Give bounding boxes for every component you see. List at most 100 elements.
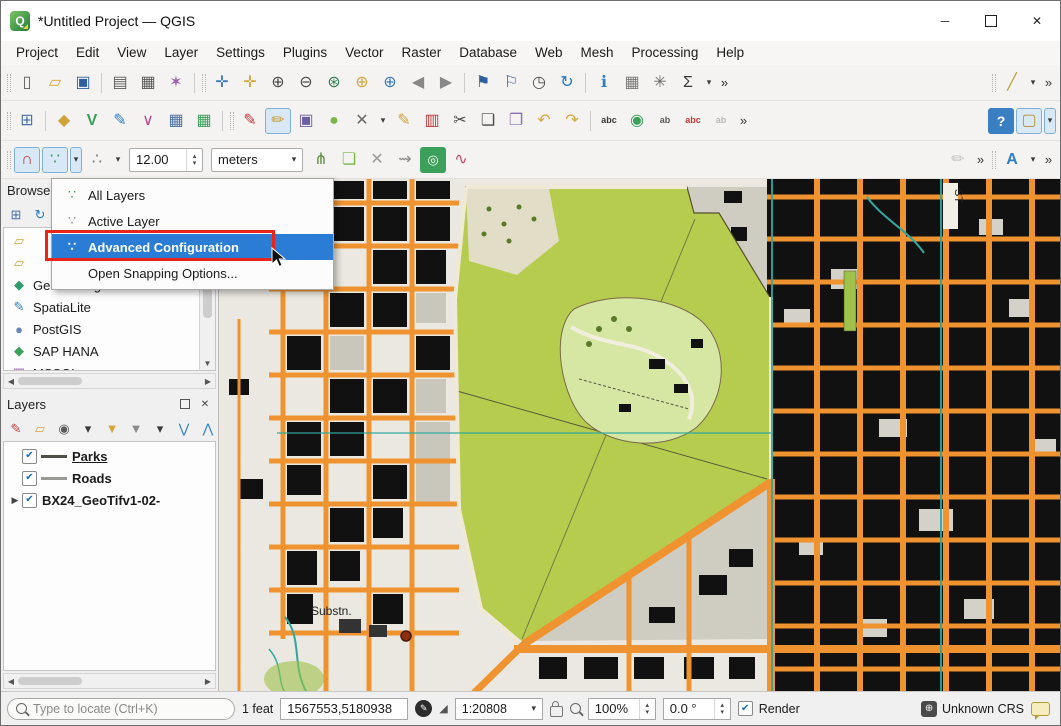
close-panel-button[interactable]: ✕ bbox=[198, 397, 212, 411]
layer-diagram-icon[interactable]: ◉ bbox=[624, 108, 650, 134]
measure-dropdown-arrow[interactable]: ▾ bbox=[1027, 70, 1039, 96]
rotation-spinbox[interactable]: 0.0 ° ▴▾ bbox=[663, 698, 731, 720]
show-bookmarks-icon[interactable]: ⚐ bbox=[498, 70, 524, 96]
vertex-tool-dropdown-arrow[interactable]: ▾ bbox=[377, 108, 389, 134]
browser-item-mssql[interactable]: ▦ MSSQL bbox=[4, 362, 215, 371]
pan-to-selection-icon[interactable]: ✛ bbox=[237, 70, 263, 96]
scale-combobox[interactable]: 1:20808 ▾ bbox=[455, 698, 543, 720]
add-polygon-feature-icon[interactable]: ● bbox=[321, 108, 347, 134]
scroll-left-icon[interactable]: ◀ bbox=[4, 377, 18, 386]
pin-labels-icon[interactable]: ab bbox=[708, 108, 734, 134]
magnifier-spinbox[interactable]: 100% ▴▾ bbox=[588, 698, 656, 720]
toolbar-overflow-chevron[interactable]: » bbox=[736, 108, 751, 134]
topological-editing-icon[interactable]: ⋔ bbox=[308, 147, 334, 173]
browser-horizontal-scrollbar[interactable]: ◀ ▶ bbox=[3, 373, 216, 389]
menu-vector[interactable]: Vector bbox=[336, 41, 392, 65]
modify-attributes-icon[interactable]: ✎ bbox=[391, 108, 417, 134]
layer-visibility-checkbox[interactable]: ✔ bbox=[22, 471, 37, 486]
snapping-type-icon[interactable]: ∴ bbox=[84, 147, 110, 173]
cut-features-icon[interactable]: ✂ bbox=[447, 108, 473, 134]
change-label-icon[interactable]: abc bbox=[680, 108, 706, 134]
options-icon[interactable]: ✳ bbox=[647, 70, 673, 96]
browser-add-selected-layers-icon[interactable]: ⊞ bbox=[5, 203, 27, 225]
menu-view[interactable]: View bbox=[108, 41, 155, 65]
float-panel-button[interactable] bbox=[178, 397, 192, 411]
current-edits-icon[interactable]: ✎ bbox=[237, 108, 263, 134]
measure-tool-icon[interactable]: ╱ bbox=[999, 70, 1025, 96]
new-spatialite-layer-icon[interactable]: ✎ bbox=[107, 108, 133, 134]
browser-item-sap-hana[interactable]: ◆ SAP HANA bbox=[4, 340, 215, 362]
new-spatial-bookmark-icon[interactable]: ⚑ bbox=[470, 70, 496, 96]
zoom-to-selection-icon[interactable]: ⊕ bbox=[349, 70, 375, 96]
delete-selected-icon[interactable]: ▥ bbox=[419, 108, 445, 134]
manage-map-themes-icon[interactable]: ◉ bbox=[53, 417, 75, 439]
step-up-icon[interactable]: ▴ bbox=[720, 702, 724, 709]
close-button[interactable]: ✕ bbox=[1014, 1, 1060, 41]
scrollbar-thumb[interactable] bbox=[18, 677, 82, 685]
toolbar-overflow-chevron[interactable]: » bbox=[717, 70, 732, 96]
zoom-in-icon[interactable]: ⊕ bbox=[265, 70, 291, 96]
open-attribute-table-icon[interactable]: ▦ bbox=[619, 70, 645, 96]
toggle-editing-icon[interactable]: ✏ bbox=[265, 108, 291, 134]
menu-raster[interactable]: Raster bbox=[392, 41, 450, 65]
messages-icon[interactable] bbox=[1031, 702, 1050, 716]
menu-processing[interactable]: Processing bbox=[623, 41, 708, 65]
select-features-dropdown-arrow[interactable]: ▾ bbox=[1044, 108, 1056, 134]
temporal-controller-icon[interactable]: ◷ bbox=[526, 70, 552, 96]
enable-tracing-icon[interactable]: ◎ bbox=[420, 147, 446, 173]
zoom-last-icon[interactable]: ◀ bbox=[405, 70, 431, 96]
step-down-icon[interactable]: ▾ bbox=[193, 160, 197, 167]
spinbox-steppers[interactable]: ▴▾ bbox=[639, 699, 655, 719]
snapping-on-intersection-icon[interactable]: ⇝ bbox=[392, 147, 418, 173]
menu-plugins[interactable]: Plugins bbox=[274, 41, 336, 65]
add-group-icon[interactable]: ▱ bbox=[29, 417, 51, 439]
layer-visibility-checkbox[interactable]: ✔ bbox=[22, 493, 37, 508]
redo-icon[interactable]: ↷ bbox=[559, 108, 585, 134]
scroll-right-icon[interactable]: ▶ bbox=[201, 677, 215, 686]
minimize-button[interactable]: ─ bbox=[922, 1, 968, 41]
zoom-out-icon[interactable]: ⊖ bbox=[293, 70, 319, 96]
pan-map-icon[interactable]: ✛ bbox=[209, 70, 235, 96]
auto-labeling-dropdown-arrow[interactable]: ▾ bbox=[1027, 147, 1039, 173]
style-manager-icon[interactable]: ✶ bbox=[163, 70, 189, 96]
lock-scale-icon[interactable] bbox=[550, 706, 563, 717]
menu-database[interactable]: Database bbox=[450, 41, 526, 65]
zoom-next-icon[interactable]: ▶ bbox=[433, 70, 459, 96]
filter-legend-icon[interactable]: ▼ bbox=[101, 417, 123, 439]
layer-labeling-icon[interactable]: abc bbox=[596, 108, 622, 134]
scroll-down-icon[interactable]: ▼ bbox=[204, 356, 212, 370]
layer-item-roads[interactable]: ✔ Roads bbox=[4, 467, 215, 489]
snapping-tolerance-spinbox[interactable]: 12.00 ▴▾ bbox=[129, 148, 203, 172]
new-mesh-layer-icon[interactable]: ▦ bbox=[163, 108, 189, 134]
identify-features-icon[interactable]: ℹ bbox=[591, 70, 617, 96]
paste-features-icon[interactable]: ❐ bbox=[503, 108, 529, 134]
maximize-button[interactable] bbox=[968, 1, 1014, 41]
crs-status-button[interactable]: ⊕ Unknown CRS bbox=[921, 701, 1024, 717]
refresh-map-icon[interactable]: ↻ bbox=[554, 70, 580, 96]
scroll-left-icon[interactable]: ◀ bbox=[4, 677, 18, 686]
menu-help[interactable]: Help bbox=[707, 41, 753, 65]
menu-edit[interactable]: Edit bbox=[67, 41, 108, 65]
new-print-layout-icon[interactable]: ▤ bbox=[107, 70, 133, 96]
step-down-icon[interactable]: ▾ bbox=[645, 709, 649, 716]
filter-legend-expression-icon[interactable]: ▼ bbox=[125, 417, 147, 439]
enable-snapping-icon[interactable]: ∩ bbox=[14, 147, 40, 173]
toolbar-overflow-chevron[interactable]: » bbox=[1041, 70, 1056, 96]
layer-item-parks[interactable]: ✔ Parks bbox=[4, 445, 215, 467]
move-label-icon[interactable]: ab bbox=[652, 108, 678, 134]
new-project-icon[interactable]: ▯ bbox=[14, 70, 40, 96]
statistics-dropdown-arrow[interactable]: ▾ bbox=[703, 70, 715, 96]
layers-horizontal-scrollbar[interactable]: ◀ ▶ bbox=[3, 673, 216, 689]
layer-expander-icon[interactable]: ▶ bbox=[8, 495, 22, 506]
menu-layer[interactable]: Layer bbox=[155, 41, 207, 65]
save-project-icon[interactable]: ▣ bbox=[70, 70, 96, 96]
menu-project[interactable]: Project bbox=[7, 41, 67, 65]
avoid-overlap-icon[interactable]: ❏ bbox=[336, 147, 362, 173]
toolbar-overflow-chevron[interactable]: » bbox=[973, 147, 988, 173]
expand-all-icon[interactable]: ⋁ bbox=[173, 417, 195, 439]
spinbox-steppers[interactable]: ▴▾ bbox=[186, 149, 202, 171]
select-features-icon[interactable]: ▢ bbox=[1016, 108, 1042, 134]
auto-labeling-icon[interactable]: A bbox=[999, 147, 1025, 173]
map-themes-dropdown-arrow[interactable]: ▾ bbox=[77, 417, 99, 439]
step-down-icon[interactable]: ▾ bbox=[720, 709, 724, 716]
